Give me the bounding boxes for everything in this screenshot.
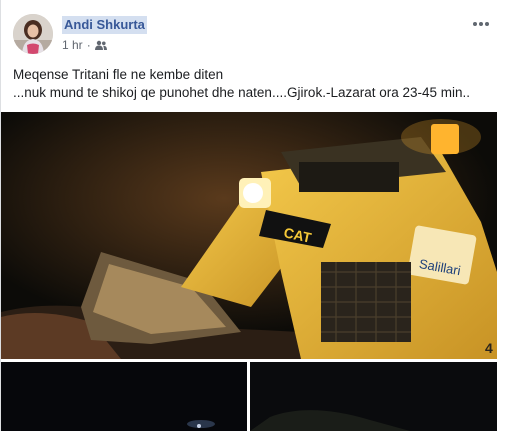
night-photo-thumb-2 bbox=[250, 362, 497, 431]
post-header: Andi Shkurta 1 hr · bbox=[13, 14, 497, 58]
post-meta: 1 hr · bbox=[62, 38, 107, 52]
post-text: Meqense Tritani fle ne kembe diten ...nu… bbox=[13, 66, 497, 102]
post-photo-main[interactable]: CAT Salillari 4 bbox=[1, 112, 497, 359]
author-name-link[interactable]: Andi Shkurta bbox=[62, 16, 147, 34]
excavator-night-photo: CAT Salillari 4 bbox=[1, 112, 497, 359]
friends-icon[interactable] bbox=[94, 40, 107, 51]
post-photo-thumb-2[interactable] bbox=[250, 362, 497, 431]
post-text-line: ...nuk mund te shikoj qe punohet dhe nat… bbox=[13, 85, 471, 100]
meta-separator: · bbox=[86, 38, 91, 52]
avatar-image bbox=[13, 14, 53, 54]
night-photo-thumb-1 bbox=[1, 362, 247, 431]
avatar[interactable] bbox=[13, 14, 53, 54]
timestamp-link[interactable]: 1 hr bbox=[62, 38, 83, 52]
vehicle-number-label: 4 bbox=[485, 340, 493, 356]
feed-post: Andi Shkurta 1 hr · Meqense Tritani fle … bbox=[0, 0, 506, 431]
post-text-line: Meqense Tritani fle ne kembe diten bbox=[13, 67, 224, 82]
post-photo-thumb-1[interactable] bbox=[1, 362, 247, 431]
more-options-icon[interactable] bbox=[471, 14, 491, 34]
